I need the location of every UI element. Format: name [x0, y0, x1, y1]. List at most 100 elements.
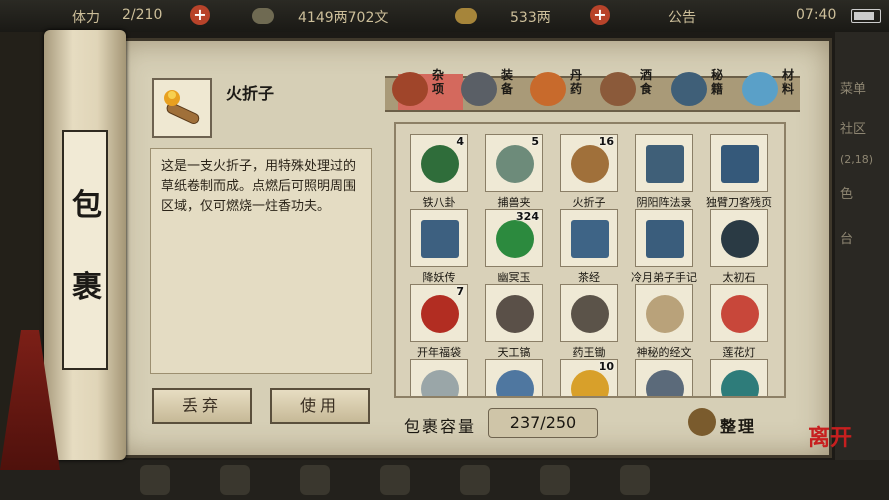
bottom-menu-icon[interactable] — [140, 465, 170, 495]
inventory-slot[interactable] — [485, 284, 543, 342]
inventory-slot[interactable] — [635, 209, 693, 267]
scroll-title-char: 裹 — [72, 270, 102, 305]
item-count: 7 — [456, 285, 464, 298]
item-name: 捕兽夹 — [497, 196, 531, 209]
item-count: 4 — [456, 135, 464, 148]
ore-icon — [496, 370, 534, 396]
tab-4[interactable]: 秘籍 — [667, 66, 737, 112]
book-icon — [721, 145, 759, 183]
inventory-slot[interactable] — [485, 359, 543, 396]
add-energy-button[interactable]: + — [190, 5, 210, 25]
inventory-slot[interactable] — [710, 134, 768, 192]
tab-label: 装备 — [501, 68, 514, 96]
torch-icon — [571, 145, 609, 183]
dragon-icon — [721, 370, 759, 396]
item-name: 药王锄 — [572, 346, 606, 359]
pouch-icon — [421, 295, 459, 333]
inventory-slot[interactable]: 7 — [410, 284, 468, 342]
food-icon — [600, 72, 636, 106]
item-name: 神秘的经文 — [636, 346, 692, 359]
inventory-slot[interactable] — [410, 359, 468, 396]
trap-icon — [496, 145, 534, 183]
hoe-icon — [571, 295, 609, 333]
announcement-button[interactable]: 公告 — [668, 7, 696, 27]
inventory-slot[interactable]: 324 — [485, 209, 543, 267]
item-name: 开年福袋 — [417, 346, 461, 359]
capacity-label: 包裹容量 — [404, 417, 477, 436]
scroll-title-box: 包 裹 — [62, 130, 108, 370]
item-name: 铁八卦 — [422, 196, 456, 209]
jar-icon — [392, 72, 428, 106]
use-button[interactable]: 使用 — [270, 388, 370, 424]
gold-value: 533两 — [510, 10, 551, 26]
inventory-slot[interactable]: 10 — [560, 359, 618, 396]
tab-label: 丹药 — [570, 68, 583, 96]
item-name: 冷月弟子手记 — [631, 271, 697, 284]
tab-0[interactable]: 杂项 — [388, 66, 458, 112]
bottom-menu-icon[interactable] — [380, 465, 410, 495]
capacity-value: 237/250 — [488, 408, 598, 438]
bottom-menu-icon[interactable] — [620, 465, 650, 495]
energy-value: 2/210 — [122, 7, 163, 23]
inventory-slot[interactable] — [560, 284, 618, 342]
side-menu-item: (2,18) — [840, 153, 874, 166]
silver-value: 4149两702文 — [298, 10, 389, 26]
add-gold-button[interactable]: + — [590, 5, 610, 25]
clock: 07:40 — [796, 7, 837, 23]
inventory-slot[interactable]: 5 — [485, 134, 543, 192]
bottom-menu-icon[interactable] — [460, 465, 490, 495]
pouch-icon[interactable] — [688, 408, 716, 436]
tab-2[interactable]: 丹药 — [526, 66, 596, 112]
torch-icon — [164, 90, 200, 124]
tab-5[interactable]: 材料 — [738, 66, 808, 112]
silver-icon — [252, 8, 274, 24]
inventory-slot[interactable] — [710, 284, 768, 342]
side-menu-item[interactable]: 社区 — [840, 118, 866, 137]
bottom-menu-bar — [0, 460, 889, 500]
key-icon — [646, 370, 684, 396]
inventory-slot[interactable]: 4 — [410, 134, 468, 192]
inventory-slot[interactable]: 16 — [560, 134, 618, 192]
inventory-slot[interactable] — [635, 359, 693, 396]
inventory-slot[interactable] — [710, 209, 768, 267]
item-count: 10 — [598, 360, 614, 373]
battery-icon — [851, 9, 881, 23]
scroll-icon — [646, 295, 684, 333]
inventory-slot[interactable] — [560, 209, 618, 267]
energy-label: 体力 — [72, 10, 100, 26]
jade-icon — [496, 220, 534, 258]
inventory-slot[interactable] — [635, 284, 693, 342]
inventory-slot[interactable] — [635, 134, 693, 192]
tab-3[interactable]: 酒食 — [596, 66, 666, 112]
item-count: 5 — [531, 135, 539, 148]
item-count: 324 — [516, 210, 539, 223]
sort-button[interactable]: 整理 — [720, 413, 756, 437]
bottom-menu-icon[interactable] — [540, 465, 570, 495]
crystal-icon — [742, 72, 778, 106]
item-name: 独臂刀客残页 — [706, 196, 772, 209]
item-name: 降妖传 — [422, 271, 456, 284]
bottom-menu-icon[interactable] — [300, 465, 330, 495]
inventory-slot[interactable] — [410, 209, 468, 267]
item-name: 火折子 — [572, 196, 606, 209]
item-count: 16 — [598, 135, 614, 148]
item-description: 这是一支火折子，用特殊处理过的草纸卷制而成。点燃后可照明周围区域，仅可燃烧一炷香… — [150, 148, 372, 374]
top-status-bar: 体力 2/210 + 4149两702文 533两 + 公告 07:40 — [0, 0, 889, 32]
inventory-slot[interactable] — [710, 359, 768, 396]
pickaxe-icon — [496, 295, 534, 333]
tab-label: 秘籍 — [711, 68, 724, 96]
book-icon — [646, 220, 684, 258]
tab-1[interactable]: 装备 — [457, 66, 527, 112]
leave-logo[interactable]: 离开 — [808, 420, 852, 452]
item-name: 太初石 — [722, 271, 756, 284]
side-menu-item[interactable]: 色 — [840, 183, 853, 202]
selected-item-thumbnail — [152, 78, 212, 138]
gold-icon — [455, 8, 477, 24]
book-icon — [646, 145, 684, 183]
bottom-menu-icon[interactable] — [220, 465, 250, 495]
discard-button[interactable]: 丢弃 — [152, 388, 252, 424]
side-menu-item[interactable]: 台 — [840, 228, 853, 247]
side-menu-item[interactable]: 菜单 — [840, 78, 866, 97]
book-icon — [671, 72, 707, 106]
item-name: 阴阳阵法录 — [636, 196, 692, 209]
